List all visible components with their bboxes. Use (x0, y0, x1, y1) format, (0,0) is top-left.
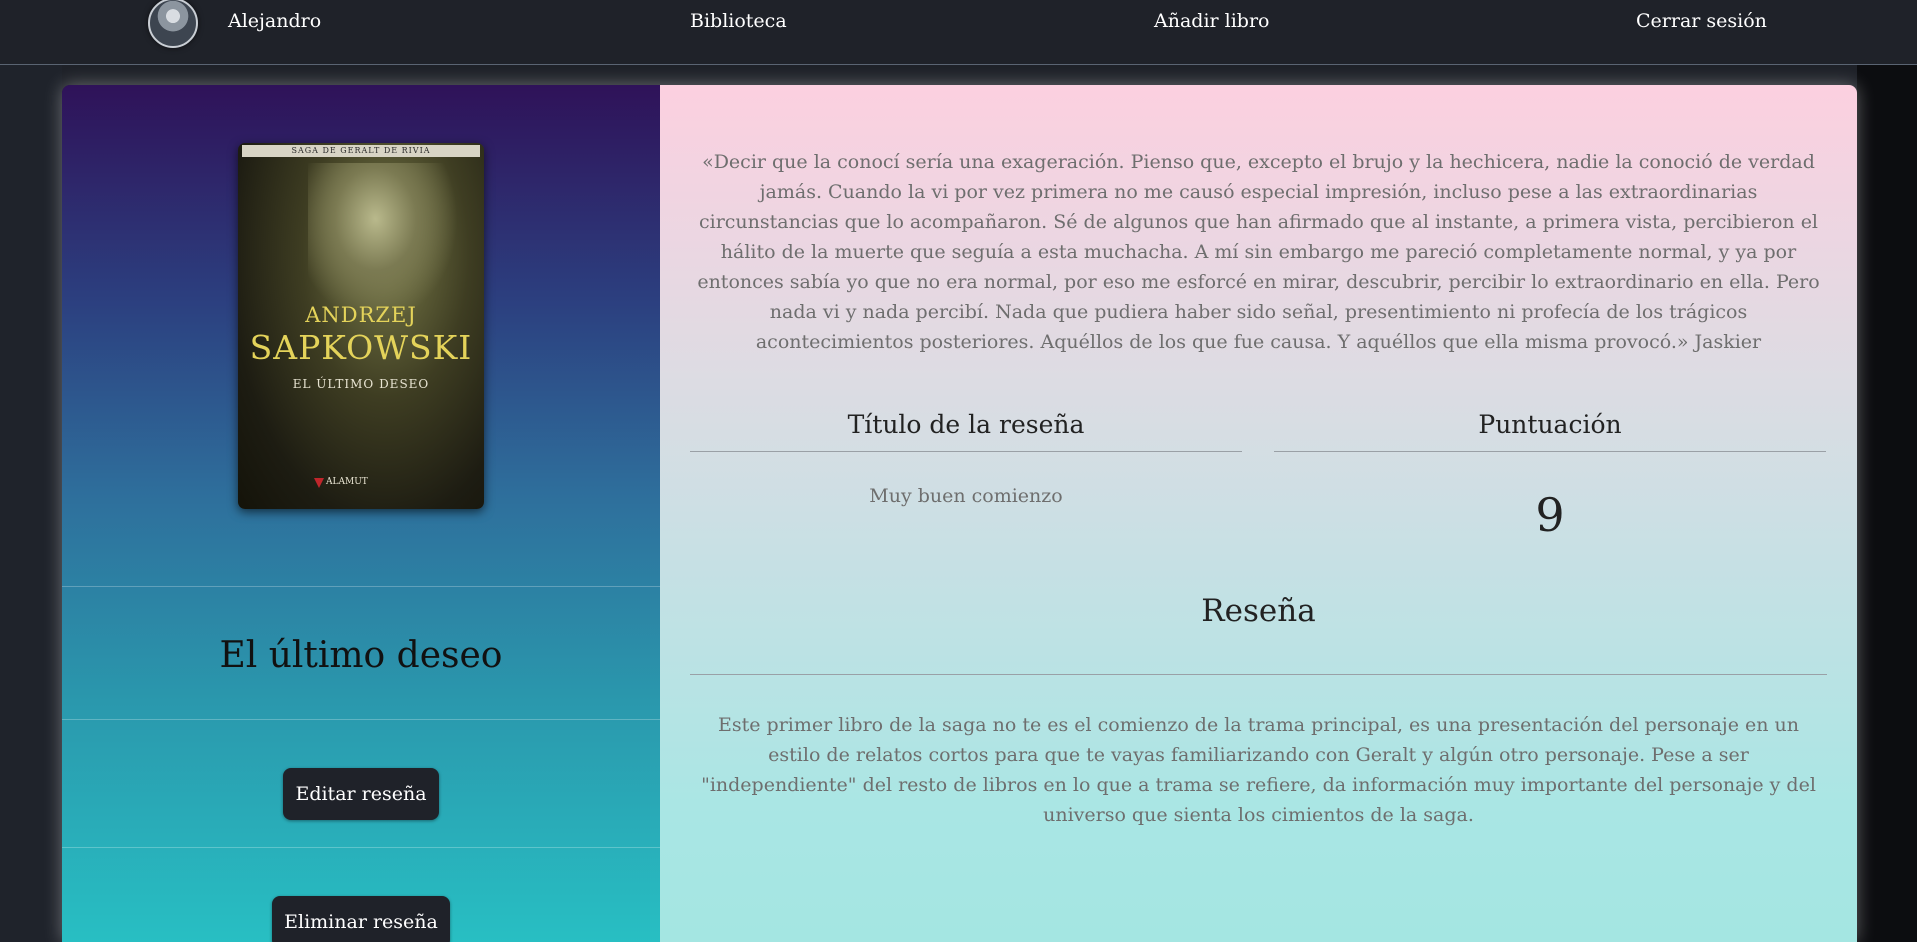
delete-review-button[interactable]: Eliminar reseña (272, 896, 450, 942)
book-quote: «Decir que la conocí sería una exageraci… (697, 151, 1820, 353)
top-navbar: Alejandro Biblioteca Añadir libro Cerrar… (0, 0, 1917, 65)
review-body-text: Este primer libro de la saga no te es el… (701, 714, 1816, 826)
divider (62, 847, 660, 848)
score-value: 9 (1535, 488, 1565, 542)
divider (62, 719, 660, 720)
review-title-header: Título de la reseña (847, 410, 1085, 439)
cover-title: EL ÚLTIMO DESEO (292, 377, 430, 391)
book-panel: SAGA DE GERALT DE RIVIA ANDRZEJ SAPKOWSK… (62, 85, 660, 942)
cover-illustration (308, 163, 458, 323)
review-body-header: Reseña (1201, 593, 1316, 629)
book-cover-image: SAGA DE GERALT DE RIVIA ANDRZEJ SAPKOWSK… (238, 143, 484, 509)
divider (1274, 451, 1826, 452)
divider (690, 674, 1827, 675)
divider (690, 451, 1242, 452)
page-background-left (0, 65, 62, 942)
page-background-right (1857, 65, 1917, 942)
cover-series-banner: SAGA DE GERALT DE RIVIA (242, 145, 480, 157)
edit-review-button[interactable]: Editar reseña (283, 768, 439, 820)
review-card: SAGA DE GERALT DE RIVIA ANDRZEJ SAPKOWSK… (62, 85, 1857, 942)
cover-publisher: ALAMUT (326, 477, 368, 487)
publisher-logo-icon (314, 478, 324, 488)
nav-logout-link[interactable]: Cerrar sesión (1636, 10, 1767, 32)
nav-library-link[interactable]: Biblioteca (690, 10, 787, 32)
review-title-value: Muy buen comienzo (869, 485, 1063, 507)
book-title: El último deseo (219, 635, 503, 676)
cover-author-first: ANDRZEJ (305, 303, 417, 327)
cover-author-last: SAPKOWSKI (249, 328, 473, 367)
nav-username[interactable]: Alejandro (228, 10, 321, 32)
user-avatar[interactable] (148, 0, 198, 48)
nav-add-book-link[interactable]: Añadir libro (1154, 10, 1269, 32)
score-header: Puntuación (1478, 410, 1622, 439)
review-panel: «Decir que la conocí sería una exageraci… (660, 85, 1857, 942)
divider (62, 586, 660, 587)
